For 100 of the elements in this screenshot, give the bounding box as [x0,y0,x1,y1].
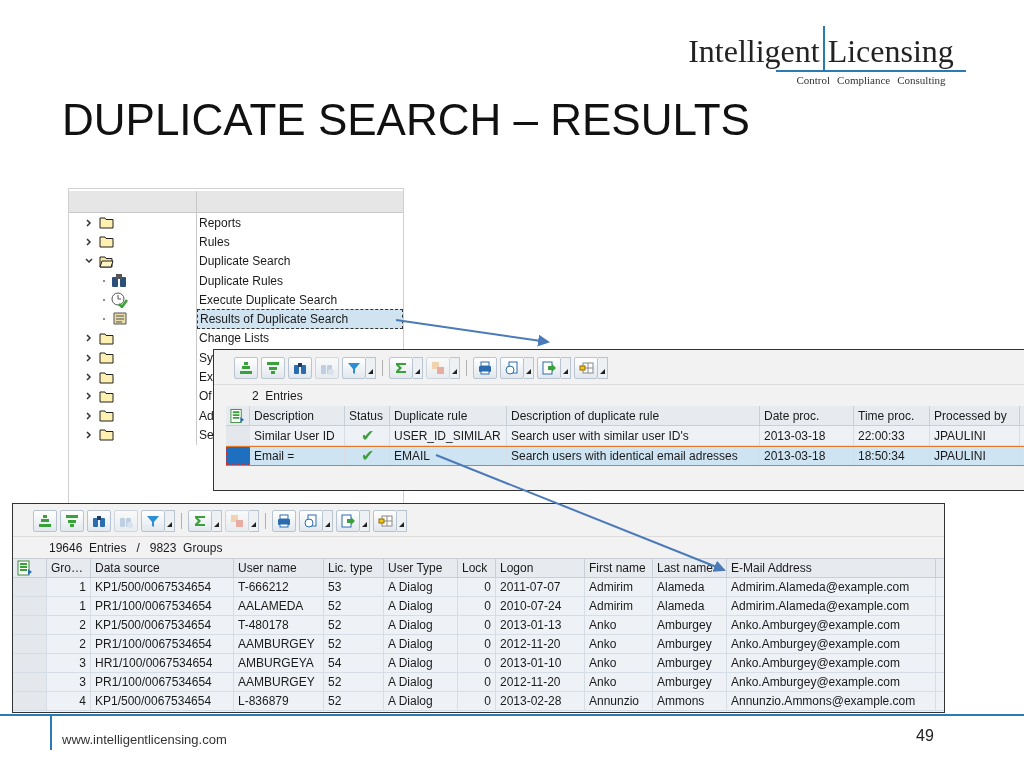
subtotal-icon [229,513,245,529]
table-row[interactable]: Email = ✔ EMAIL Search users with identical email adresses 2013-03-18 18:50:34 JPAULINI [226,446,1024,466]
caret-icon [368,369,373,374]
dropdown-button[interactable] [249,510,259,532]
column-header[interactable]: Lock [458,559,496,577]
caret-icon [399,522,404,527]
table-cell: Admirim [585,578,653,596]
column-header[interactable]: Description of duplicate rule [507,406,760,425]
dropdown-button[interactable] [524,357,534,379]
chevron-down-icon[interactable] [85,257,93,266]
logo-tagline: Compliance [837,73,891,88]
chevron-right-icon[interactable] [85,353,93,362]
column-settings-icon[interactable] [17,560,33,576]
folder-icon [99,428,114,442]
chevron-right-icon[interactable] [85,392,93,401]
table-cell: KP1/500/0067534654 [91,692,234,710]
tree-item[interactable]: Reports [197,213,242,233]
tree-item[interactable]: Results of Duplicate Search [197,309,403,329]
column-settings-icon[interactable] [230,407,245,424]
tree-item[interactable]: Execute Duplicate Search [197,290,338,310]
table-cell: AAMBURGEY [234,673,324,691]
column-header[interactable]: Processed by [930,406,1020,425]
table-cell: KP1/500/0067534654 [91,578,234,596]
table-cell: AAMBURGEY [234,635,324,653]
table-cell: Anko.Amburgey@example.com [727,616,936,634]
column-header[interactable]: Duplicate rule [390,406,507,425]
table-cell: Alameda [653,578,727,596]
table-cell: A Dialog [384,654,458,672]
table-cell: Anko.Amburgey@example.com [727,654,936,672]
chevron-right-icon[interactable] [85,237,93,246]
column-header[interactable]: First name [585,559,653,577]
column-header[interactable]: Logon [496,559,585,577]
table-cell: 52 [324,673,384,691]
column-header[interactable]: E-Mail Address [727,559,936,577]
table-cell: T-480178 [234,616,324,634]
dropdown-button[interactable] [323,510,333,532]
caret-icon [452,369,457,374]
sort-ascending-icon [238,360,254,376]
table-cell: Anko [585,635,653,653]
table-cell: 54 [324,654,384,672]
open-folder-icon [99,254,114,268]
dropdown-button[interactable] [450,357,460,379]
tree-item[interactable]: Change Lists [197,328,270,349]
subtotal-icon [430,360,446,376]
column-header[interactable]: Status [345,406,390,425]
column-header[interactable]: Data source [91,559,234,577]
filter-icon [346,360,362,376]
column-header[interactable]: Lic. type [324,559,384,577]
column-header[interactable]: Description [250,406,345,425]
toolbar-button[interactable] [288,357,312,379]
column-header[interactable]: Last name [653,559,727,577]
tree-item[interactable]: Se [197,425,214,445]
tree-item[interactable]: Duplicate Rules [197,270,284,291]
toolbar-button[interactable] [272,510,296,532]
scroll-icon [111,311,129,328]
tree-item[interactable]: Rules [197,232,230,252]
dropdown-button[interactable] [598,357,608,379]
tree-item[interactable]: Sy [197,348,213,368]
column-header[interactable]: Time proc. [854,406,930,425]
caret-icon [526,369,531,374]
table-cell: Annunzio.Ammons@example.com [727,692,936,710]
table-cell: ✔ [360,426,374,445]
dropdown-button[interactable] [212,510,222,532]
chevron-right-icon[interactable] [85,430,93,439]
dropdown-button[interactable] [397,510,407,532]
toolbar-button[interactable] [87,510,111,532]
table-cell: A Dialog [384,673,458,691]
table-cell: HR1/100/0067534654 [91,654,234,672]
table-cell: 2013-01-13 [496,616,585,634]
tree-item[interactable]: Ex [197,367,213,387]
dropdown-button[interactable] [413,357,423,379]
column-header[interactable]: User Type [384,559,458,577]
tree-item[interactable]: Duplicate Search [197,251,291,271]
table-cell: Search users with identical email adresses [507,447,760,465]
table-row[interactable]: Similar User ID ✔ USER_ID_SIMILAR Search user with similar user ID's 2013-03-18 22:00:33 JPAULINI [226,426,1024,446]
sigma-icon [192,513,208,529]
table-cell: 2010-07-24 [496,597,585,615]
chevron-right-icon[interactable] [85,334,93,343]
column-header[interactable]: Gro… [47,559,91,577]
dropdown-button[interactable] [360,510,370,532]
table-cell: USER_ID_SIMILAR [390,426,507,445]
folder-icon [99,235,114,249]
table-cell: PR1/100/0067534654 [91,673,234,691]
column-header[interactable]: User name [234,559,324,577]
sort-ascending-icon [37,513,53,529]
dropdown-button[interactable] [165,510,175,532]
grid-icon [578,360,594,376]
table-cell: KP1/500/0067534654 [91,616,234,634]
folder-icon [99,351,114,365]
table-cell: 2 [47,616,91,634]
chevron-right-icon[interactable] [85,373,93,381]
table-cell: A Dialog [384,578,458,596]
column-header[interactable]: Date proc. [760,406,854,425]
dropdown-button[interactable] [366,357,376,379]
toolbar-button[interactable] [473,357,497,379]
chevron-right-icon[interactable] [85,411,93,420]
chevron-right-icon[interactable] [85,218,93,227]
tree-item[interactable]: Ad [197,405,214,426]
dropdown-button[interactable] [561,357,571,379]
tree-item[interactable]: Of [197,386,212,406]
